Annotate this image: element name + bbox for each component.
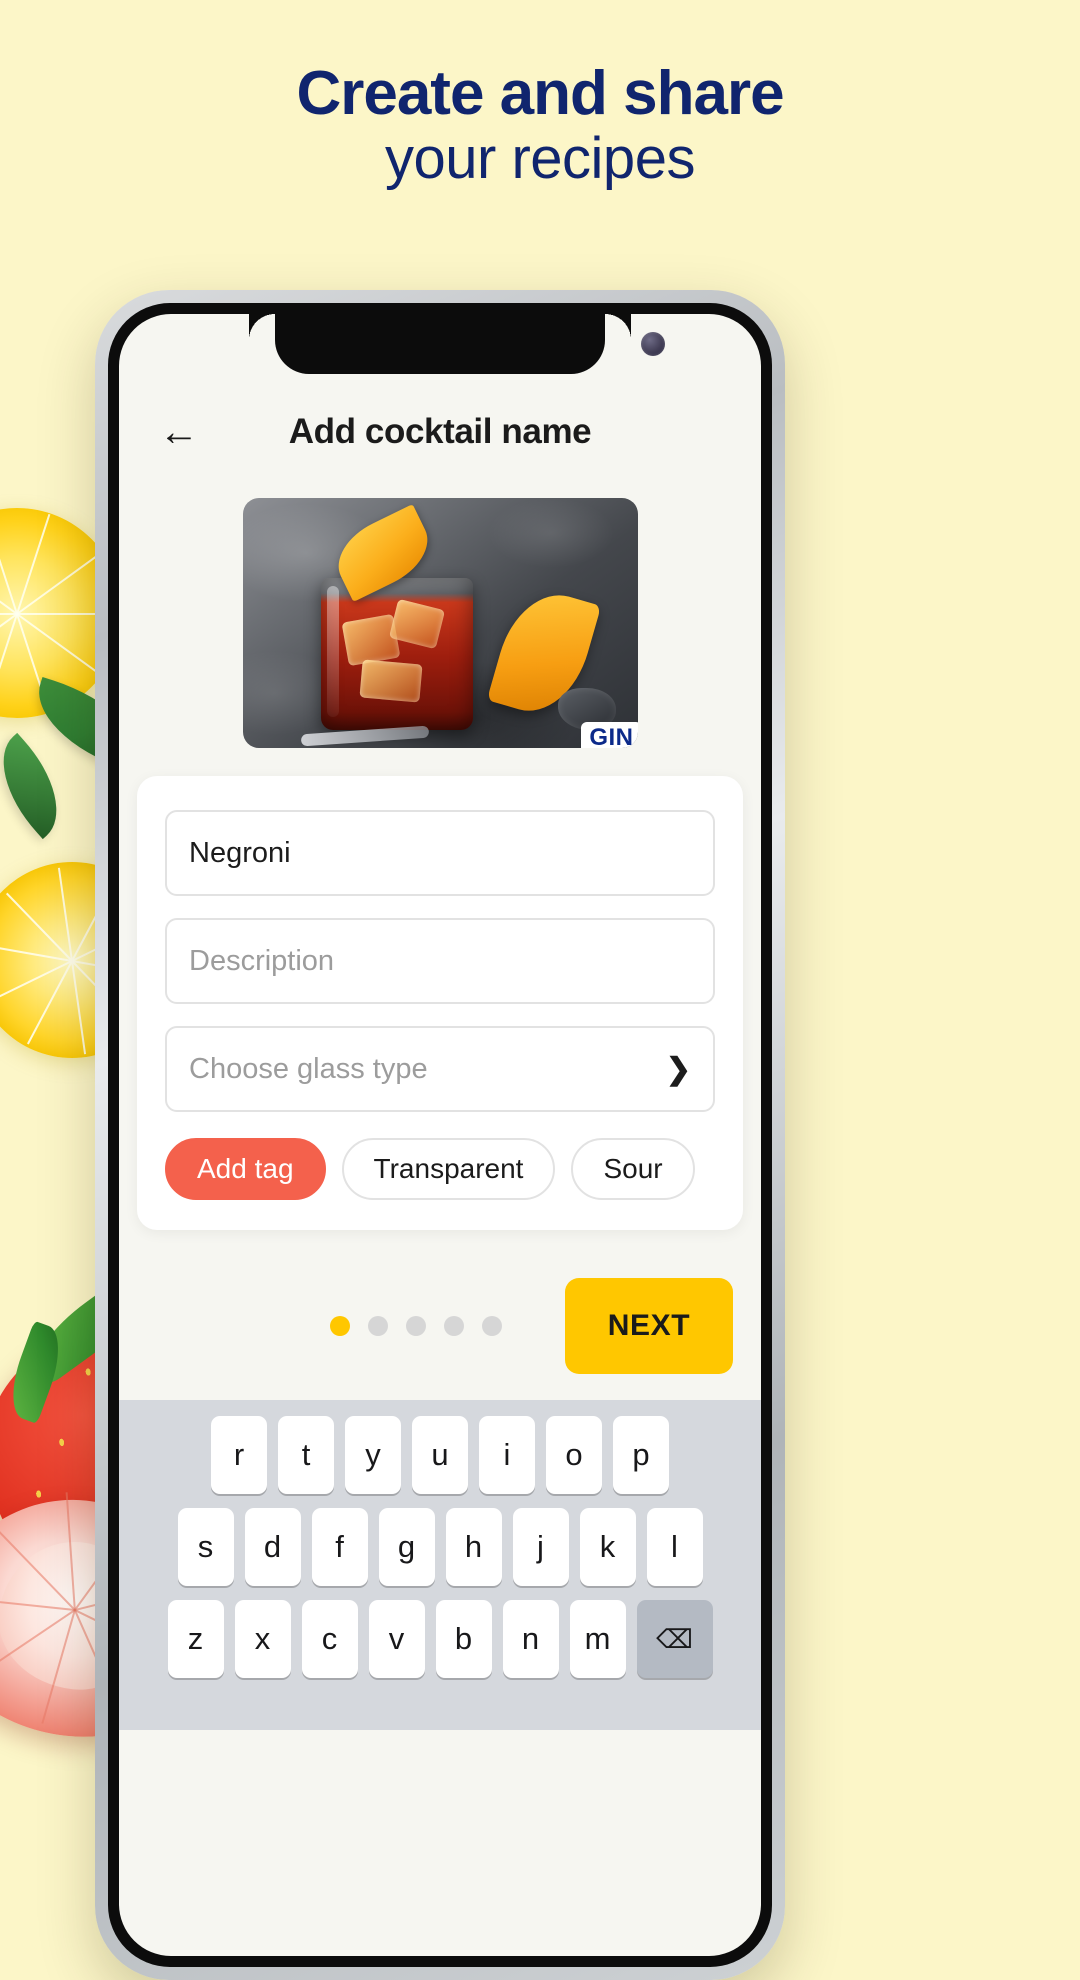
phone-notch <box>249 314 605 374</box>
step-dot-5[interactable] <box>482 1316 502 1336</box>
key-l[interactable]: l <box>646 1508 703 1586</box>
recipe-form-card: Negroni Description Choose glass type ❯ … <box>137 776 743 1230</box>
key-n[interactable]: n <box>502 1600 559 1678</box>
key-i[interactable]: i <box>479 1416 535 1494</box>
tag-chip-transparent[interactable]: Transparent <box>341 1138 556 1200</box>
key-g[interactable]: g <box>378 1508 435 1586</box>
key-y[interactable]: y <box>345 1416 401 1494</box>
cocktail-name-input[interactable]: Negroni <box>165 810 715 896</box>
ice-cube <box>358 659 423 703</box>
keyboard-row-1: r t y u i o p <box>127 1416 753 1494</box>
chevron-right-icon: ❯ <box>665 1052 691 1086</box>
phone-screen: ← Add cocktail name GIN Negroni Descript… <box>119 314 761 1956</box>
tag-list: Add tag Transparent Sour <box>165 1138 715 1200</box>
front-camera-icon <box>641 332 665 356</box>
key-r[interactable]: r <box>211 1416 267 1494</box>
key-t[interactable]: t <box>278 1416 334 1494</box>
strawberry-leaf <box>1 1320 70 1424</box>
on-screen-keyboard: r t y u i o p s d f g h j k l z x c v b … <box>119 1400 761 1730</box>
step-dot-4[interactable] <box>444 1316 464 1336</box>
promo-headline: Create and share your recipes <box>0 62 1080 193</box>
phone-mockup: ← Add cocktail name GIN Negroni Descript… <box>95 290 785 1980</box>
step-dot-2[interactable] <box>368 1316 388 1336</box>
description-input[interactable]: Description <box>165 918 715 1004</box>
key-h[interactable]: h <box>445 1508 502 1586</box>
cocktail-photo[interactable]: GIN <box>242 498 638 748</box>
ice-cube <box>341 613 400 667</box>
keyboard-row-3: z x c v b n m ⌫ <box>127 1600 753 1678</box>
key-v[interactable]: v <box>368 1600 425 1678</box>
page-title: Add cocktail name <box>288 412 592 451</box>
cocktail-glass <box>320 578 473 730</box>
headline-line-1: Create and share <box>296 59 784 128</box>
step-indicator <box>267 1316 565 1336</box>
leaf-decoration <box>0 732 82 840</box>
key-o[interactable]: o <box>546 1416 602 1494</box>
headline-line-2: your recipes <box>385 126 695 192</box>
tag-chip-sour[interactable]: Sour <box>571 1138 695 1200</box>
step-dot-3[interactable] <box>406 1316 426 1336</box>
keyboard-row-2: s d f g h j k l <box>127 1508 753 1586</box>
key-m[interactable]: m <box>569 1600 626 1678</box>
app-bar: ← Add cocktail name <box>119 372 761 492</box>
key-f[interactable]: f <box>311 1508 368 1586</box>
key-j[interactable]: j <box>512 1508 569 1586</box>
back-arrow-icon[interactable]: ← <box>153 406 205 458</box>
key-u[interactable]: u <box>412 1416 468 1494</box>
add-tag-button[interactable]: Add tag <box>165 1138 326 1200</box>
step-dot-1[interactable] <box>330 1316 350 1336</box>
wizard-footer: NEXT <box>119 1252 761 1374</box>
phone-bezel: ← Add cocktail name GIN Negroni Descript… <box>108 303 772 1967</box>
key-z[interactable]: z <box>167 1600 224 1678</box>
next-button[interactable]: NEXT <box>565 1278 733 1374</box>
key-p[interactable]: p <box>613 1416 669 1494</box>
key-x[interactable]: x <box>234 1600 291 1678</box>
key-c[interactable]: c <box>301 1600 358 1678</box>
hero-image-container: GIN <box>119 492 761 748</box>
key-k[interactable]: k <box>579 1508 636 1586</box>
key-b[interactable]: b <box>435 1600 492 1678</box>
gin-badge: GIN <box>581 722 638 748</box>
key-d[interactable]: d <box>244 1508 301 1586</box>
glass-type-label: Choose glass type <box>189 1052 428 1085</box>
key-s[interactable]: s <box>177 1508 234 1586</box>
glass-type-select[interactable]: Choose glass type ❯ <box>165 1026 715 1112</box>
backspace-icon[interactable]: ⌫ <box>636 1600 713 1678</box>
